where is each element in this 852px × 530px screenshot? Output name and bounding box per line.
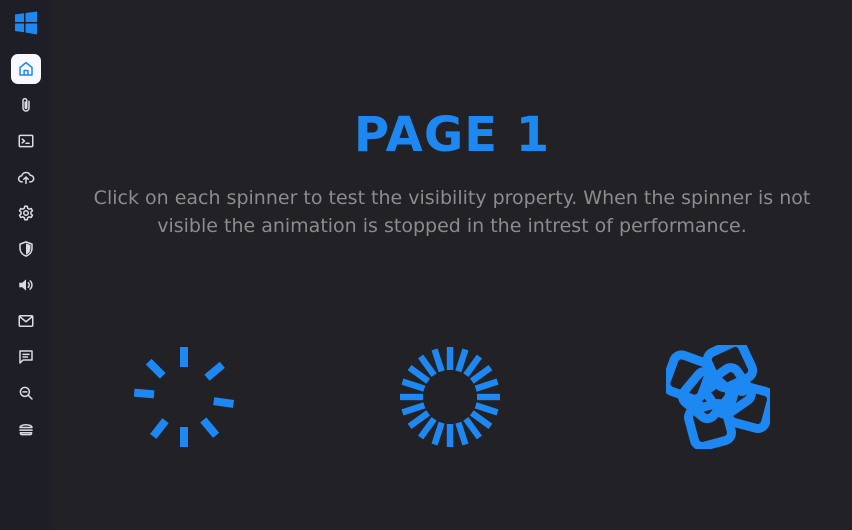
- speaker-icon: [19, 279, 33, 291]
- spinner-bar: [431, 348, 445, 373]
- spinner-dash: [145, 358, 166, 379]
- paperclip-icon: [22, 97, 30, 112]
- sidebar-item-attachments[interactable]: [11, 90, 41, 120]
- burger-icon: [19, 423, 33, 436]
- spinner-dash: [180, 347, 188, 367]
- search-icon: [19, 386, 33, 400]
- terminal-icon: [18, 134, 34, 148]
- sidebar-item-settings[interactable]: [11, 198, 41, 228]
- sidebar-item-terminal[interactable]: [11, 126, 41, 156]
- home-icon: [19, 61, 33, 76]
- squares-spinner-graphic: [666, 345, 770, 449]
- main-content: PAGE 1 Click on each spinner to test the…: [52, 0, 852, 530]
- spinner-dashes[interactable]: [132, 345, 236, 449]
- gear-icon: [18, 205, 34, 221]
- spinner-ring-bars[interactable]: [398, 345, 502, 449]
- cloud-upload-icon: [17, 171, 35, 185]
- spinner-dash: [150, 418, 169, 439]
- shield-icon: [19, 241, 33, 257]
- sidebar-item-menu[interactable]: [11, 414, 41, 444]
- spinner-dash: [213, 397, 235, 408]
- ring-bars-spinner-graphic: [400, 347, 500, 447]
- spinner-rotating-squares[interactable]: [666, 345, 770, 449]
- sidebar: [0, 0, 52, 530]
- spinner-bar: [474, 378, 499, 392]
- spinner-bar: [401, 378, 426, 392]
- spinner-bar: [446, 424, 454, 447]
- mail-icon: [18, 315, 34, 327]
- spinner-bar: [401, 402, 426, 416]
- sidebar-item-messages[interactable]: [11, 342, 41, 372]
- sidebar-item-security[interactable]: [11, 234, 41, 264]
- page-description: Click on each spinner to test the visibi…: [93, 187, 811, 237]
- spinner-dash: [204, 361, 225, 381]
- spinner-dash: [180, 427, 188, 447]
- spinner-dash: [200, 417, 220, 438]
- spinner-bar: [455, 348, 469, 373]
- spinner-dash: [133, 388, 155, 399]
- spinner-bar: [400, 393, 423, 401]
- sidebar-item-audio[interactable]: [11, 270, 41, 300]
- sidebar-item-home[interactable]: [11, 54, 41, 84]
- spinner-dot: [703, 378, 717, 392]
- spinner-bar: [455, 421, 469, 446]
- chat-icon: [19, 350, 33, 364]
- spinner-bar: [431, 421, 445, 446]
- spinner-bar: [474, 402, 499, 416]
- spinner-bar: [446, 347, 454, 370]
- sidebar-item-search[interactable]: [11, 378, 41, 408]
- dashes-spinner-graphic: [133, 347, 235, 447]
- sidebar-item-mail[interactable]: [11, 306, 41, 336]
- spinner-dot: [735, 382, 749, 396]
- page-title: PAGE 1: [353, 107, 551, 163]
- windows-logo-icon[interactable]: [14, 11, 38, 35]
- sidebar-item-cloud-upload[interactable]: [11, 162, 41, 192]
- spinner-bar: [477, 393, 500, 401]
- spinner-dot: [691, 400, 705, 414]
- spinner-dot: [719, 404, 733, 418]
